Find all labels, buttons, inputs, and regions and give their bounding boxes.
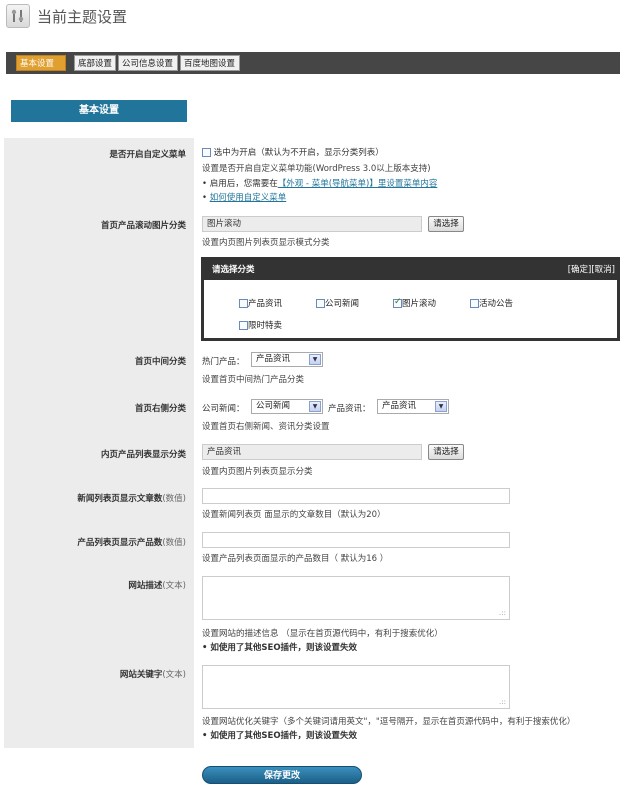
- chevron-down-icon: ▼: [309, 354, 321, 365]
- tab-basic-settings[interactable]: 基本设置: [16, 55, 66, 71]
- home-right-desc: 设置首页右侧新闻、资讯分类设置: [202, 422, 330, 432]
- page-title: 当前主题设置: [37, 8, 128, 26]
- site-keywords-label: 网站关键字(文本): [119, 670, 186, 680]
- home-middle-desc: 设置首页中间热门产品分类: [202, 375, 305, 385]
- tab-baidu-map-settings[interactable]: 百度地图设置: [180, 55, 240, 71]
- category-checkbox[interactable]: [239, 299, 248, 308]
- category-checkbox[interactable]: [470, 299, 479, 308]
- custom-menu-help-link[interactable]: 如何使用自定义菜单: [210, 193, 287, 203]
- chevron-down-icon: ▼: [435, 401, 447, 412]
- category-checkbox[interactable]: [239, 321, 248, 330]
- resize-grip-icon[interactable]: .::: [499, 609, 506, 617]
- product-list-label: 内页产品列表显示分类: [100, 450, 186, 460]
- site-keywords-desc: 设置网站优化关键字（多个关键词请用英文"，"逗号隔开，显示在首页源代码中，有利于…: [202, 717, 576, 727]
- product-count-input[interactable]: [202, 532, 510, 548]
- site-desc-note: • 如使用了其他SEO插件，则该设置失效: [202, 643, 358, 653]
- tab-bar: 基本设置 底部设置 公司信息设置 百度地图设置: [6, 52, 620, 74]
- category-picker: 请选择分类 [确定][取消] 产品资讯 公司新闻 图片滚动 活动公告 限时特卖: [201, 257, 620, 341]
- home-right-product-select[interactable]: 产品资讯 ▼: [377, 399, 449, 414]
- slide-category-choose-button[interactable]: 请选择: [428, 216, 464, 232]
- news-count-desc: 设置新闻列表页 面显示的文章数目（默认为20）: [202, 510, 386, 520]
- home-right-prefix2: 产品资讯：: [328, 404, 371, 414]
- slide-category-label: 首页产品滚动图片分类: [100, 221, 186, 231]
- site-desc-desc: 设置网站的描述信息 （显示在首页源代码中，有利于搜索优化）: [202, 629, 443, 639]
- home-middle-label: 首页中间分类: [134, 357, 186, 367]
- product-list-field[interactable]: 产品资讯: [202, 444, 422, 460]
- site-desc-textarea[interactable]: .::: [202, 576, 510, 620]
- home-middle-prefix: 热门产品：: [202, 357, 245, 367]
- category-option[interactable]: 活动公告: [470, 297, 513, 309]
- slide-category-desc: 设置内页图片列表页显示模式分类: [202, 238, 330, 248]
- custom-menu-checkbox[interactable]: [202, 148, 211, 157]
- tools-icon: [6, 4, 30, 28]
- home-middle-select[interactable]: 产品资讯 ▼: [251, 352, 323, 367]
- slide-category-field[interactable]: 图片滚动: [202, 216, 422, 232]
- custom-menu-checkbox-text: 选中为开启（默认为不开启，显示分类列表）: [213, 148, 384, 158]
- category-option[interactable]: 限时特卖: [239, 319, 282, 331]
- tab-footer-settings[interactable]: 底部设置: [74, 55, 116, 71]
- category-option[interactable]: 产品资讯: [239, 297, 282, 309]
- category-checkbox[interactable]: [393, 297, 402, 308]
- category-option[interactable]: 图片滚动: [393, 297, 436, 309]
- menu-settings-link[interactable]: 【外观 - 菜单(导航菜单)】里设置菜单内容: [278, 179, 438, 189]
- category-option[interactable]: 公司新闻: [316, 297, 359, 309]
- home-right-label: 首页右侧分类: [134, 404, 186, 414]
- custom-menu-label: 是否开启自定义菜单: [109, 150, 186, 160]
- category-checkbox[interactable]: [316, 299, 325, 308]
- section-title: 基本设置: [11, 100, 187, 122]
- site-keywords-note: • 如使用了其他SEO插件，则该设置失效: [202, 731, 358, 741]
- custom-menu-note: • 启用后，您需要在: [202, 179, 278, 189]
- home-right-prefix1: 公司新闻：: [202, 404, 245, 414]
- site-desc-label: 网站描述(文本): [128, 581, 186, 591]
- custom-menu-desc: 设置是否开启自定义菜单功能(WordPress 3.0以上版本支持): [202, 164, 431, 174]
- resize-grip-icon[interactable]: .::: [499, 698, 506, 706]
- chevron-down-icon: ▼: [309, 401, 321, 412]
- bullet: •: [202, 193, 210, 203]
- product-list-choose-button[interactable]: 请选择: [428, 444, 464, 460]
- site-keywords-textarea[interactable]: .::: [202, 665, 510, 709]
- product-count-desc: 设置产品列表页面显示的产品数目（ 默认为16 ）: [202, 554, 389, 564]
- category-picker-actions[interactable]: [确定][取消]: [568, 260, 615, 280]
- tab-company-settings[interactable]: 公司信息设置: [118, 55, 178, 71]
- news-count-label: 新闻列表页显示文章数(数值): [77, 494, 186, 504]
- product-count-label: 产品列表页显示产品数(数值): [77, 538, 186, 548]
- product-list-desc: 设置内页图片列表页显示分类: [202, 467, 313, 477]
- home-right-news-select[interactable]: 公司新闻 ▼: [251, 399, 323, 414]
- category-picker-title: 请选择分类: [212, 265, 255, 275]
- save-button[interactable]: 保存更改: [202, 766, 362, 784]
- news-count-input[interactable]: [202, 488, 510, 504]
